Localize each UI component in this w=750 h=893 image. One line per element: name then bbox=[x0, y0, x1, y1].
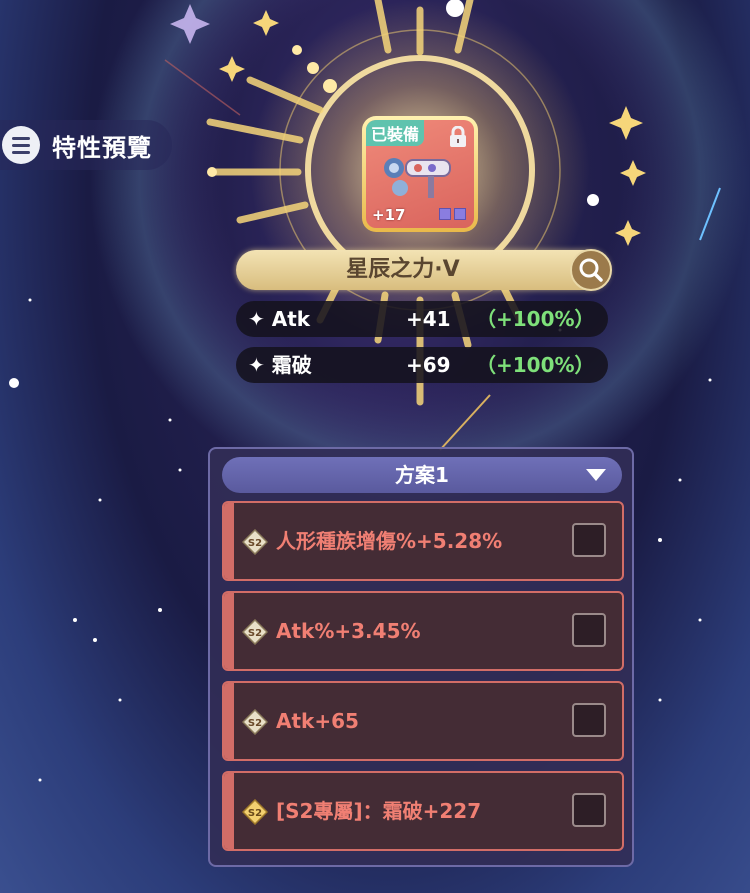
option-text: Atk%+3.45% bbox=[276, 619, 421, 643]
item-name: 星辰之力·V bbox=[346, 257, 460, 282]
option-checkbox[interactable] bbox=[572, 523, 606, 557]
s2-badge-icon: S2 bbox=[242, 709, 268, 735]
stat-name: ✦ 霜破 bbox=[248, 353, 312, 377]
option-text: Atk+65 bbox=[276, 709, 359, 733]
lock-icon[interactable] bbox=[448, 126, 468, 148]
equipped-item-card[interactable]: 已裝備 +17 bbox=[362, 116, 478, 232]
menu-icon bbox=[2, 126, 40, 164]
socket-slots bbox=[439, 208, 466, 220]
plan-option[interactable]: S2 Atk%+3.45% bbox=[222, 591, 624, 671]
stat-name: ✦ Atk bbox=[248, 307, 311, 331]
item-art-icon bbox=[384, 158, 451, 198]
trait-preview-label: 特性預覽 bbox=[52, 133, 152, 162]
plan-option[interactable]: S2 [S2專屬]：霜破+227 bbox=[222, 771, 624, 851]
stat-bonus-percent: （+100%） bbox=[476, 307, 595, 331]
option-text: 人形種族增傷%+5.28% bbox=[276, 529, 503, 553]
plan-title: 方案1 bbox=[395, 463, 449, 487]
plan-panel: 方案1 S2 人形種族增傷%+5.28% S2 Atk%+3.45% S2 At… bbox=[208, 447, 634, 867]
plan-selector[interactable]: 方案1 bbox=[222, 457, 622, 493]
svg-text:S2: S2 bbox=[248, 538, 262, 549]
item-artwork: 已裝備 +17 bbox=[366, 120, 474, 228]
stat-row-atk: ✦ Atk +41 （+100%） bbox=[236, 301, 608, 337]
svg-text:S2: S2 bbox=[248, 718, 262, 729]
stat-value: +69 bbox=[406, 353, 451, 377]
chevron-down-icon bbox=[586, 469, 606, 481]
option-text: [S2專屬]：霜破+227 bbox=[276, 799, 482, 823]
s2-badge-icon: S2 bbox=[242, 619, 268, 645]
option-checkbox[interactable] bbox=[572, 793, 606, 827]
enhance-level: +17 bbox=[372, 206, 406, 224]
s2-exclusive-badge-icon: S2 bbox=[242, 799, 268, 825]
plan-option[interactable]: S2 人形種族增傷%+5.28% bbox=[222, 501, 624, 581]
svg-text:S2: S2 bbox=[248, 808, 262, 819]
magnifier-icon bbox=[579, 258, 603, 282]
option-checkbox[interactable] bbox=[572, 703, 606, 737]
stat-row-frostbreak: ✦ 霜破 +69 （+100%） bbox=[236, 347, 608, 383]
s2-badge-icon: S2 bbox=[242, 529, 268, 555]
item-name-bar: 星辰之力·V bbox=[236, 249, 612, 291]
option-checkbox[interactable] bbox=[572, 613, 606, 647]
svg-text:S2: S2 bbox=[248, 628, 262, 639]
equipped-tag: 已裝備 bbox=[366, 120, 425, 146]
trait-preview-button[interactable]: 特性預覽 bbox=[0, 120, 172, 170]
plan-option[interactable]: S2 Atk+65 bbox=[222, 681, 624, 761]
stat-value: +41 bbox=[406, 307, 451, 331]
search-button[interactable] bbox=[570, 249, 612, 291]
stat-bonus-percent: （+100%） bbox=[476, 353, 595, 377]
